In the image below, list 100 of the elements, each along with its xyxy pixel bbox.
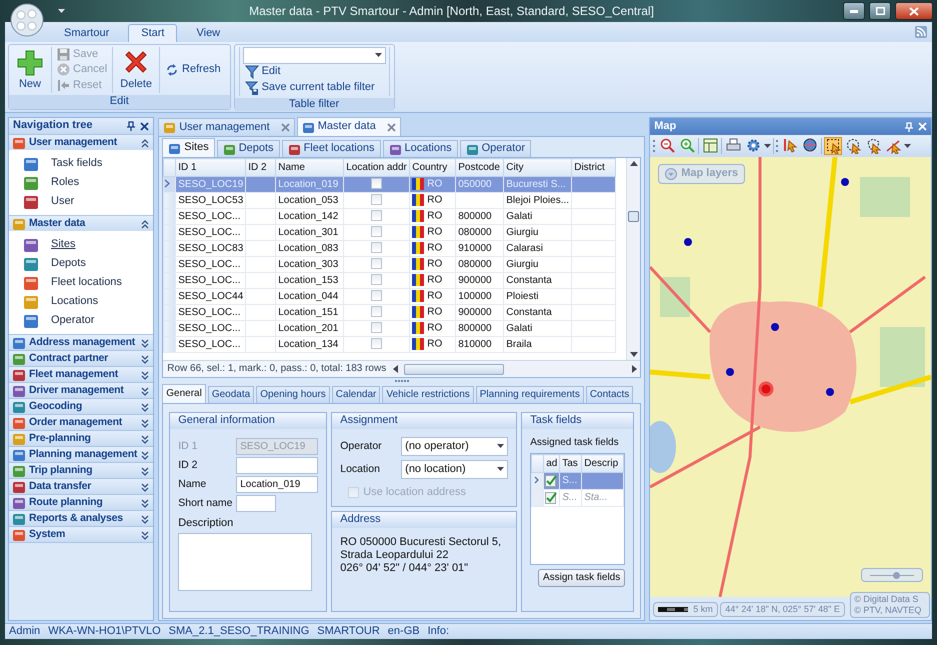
nav-item[interactable]: Sites [9,235,154,254]
checkbox[interactable] [371,322,382,334]
section-header[interactable]: Route planning [9,494,154,510]
column-header[interactable]: Descrip [582,454,624,472]
chevron-icon[interactable] [140,352,150,364]
chevron-icon[interactable] [140,218,150,230]
tab[interactable]: Opening hours [256,386,330,403]
description-field[interactable] [178,533,312,592]
tab[interactable]: Vehicle restrictions [382,386,474,403]
text-field[interactable] [236,457,318,474]
checkbox[interactable] [371,274,382,286]
section-header[interactable]: System [9,526,154,542]
ribbon-button[interactable]: Refresh [163,62,223,78]
splitter-grip[interactable] [394,380,409,382]
chevron-icon[interactable] [140,480,150,492]
column-header[interactable]: Country [410,158,456,176]
tool-button[interactable] [658,137,676,155]
caret-icon[interactable] [904,144,912,148]
document-tab[interactable]: User management [158,118,295,136]
minimize-button[interactable] [843,2,865,20]
caret-icon[interactable] [764,144,772,148]
ribbon-button[interactable]: Save current table filter [242,80,386,96]
row-selector[interactable] [164,176,176,192]
chevron-icon[interactable] [140,336,150,348]
section-header[interactable]: Driver management [9,382,154,398]
up-arrow-icon[interactable] [630,161,638,166]
right-arrow-icon[interactable] [632,365,638,373]
nav-item[interactable]: Task fields [9,154,154,173]
section-header[interactable]: Order management [9,414,154,430]
horizontal-scrollbar[interactable] [390,362,640,376]
column-header[interactable]: ad [544,454,560,472]
section-header[interactable]: Data transfer [9,478,154,494]
checkbox[interactable] [371,178,382,190]
scrollbar-thumb[interactable] [404,364,504,374]
checkbox[interactable] [371,290,382,302]
rss-icon[interactable] [915,26,927,38]
text-field[interactable]: Location_019 [236,476,318,493]
column-header[interactable]: Name [276,158,344,176]
section-header[interactable]: Master data [9,215,154,231]
chevron-icon[interactable] [140,384,150,396]
pin-icon[interactable] [127,121,136,131]
section-header[interactable]: Reports & analyses [9,510,154,526]
tab[interactable]: Sites [162,138,215,157]
section-header[interactable]: Geocoding [9,398,154,414]
nav-item[interactable]: Locations [9,292,154,311]
tab[interactable]: Operator [460,140,532,157]
tab[interactable]: Depots [216,140,280,157]
checkbox[interactable] [371,338,382,350]
column-header[interactable]: ID 2 [246,158,276,176]
ribbon-button[interactable]: Delete [117,47,156,93]
chevron-icon[interactable] [140,416,150,428]
left-arrow-icon[interactable] [393,365,398,373]
chevron-icon[interactable] [140,496,150,508]
nav-item[interactable]: Depots [9,254,154,273]
section-header[interactable]: Trip planning [9,462,154,478]
close-icon[interactable] [386,122,396,132]
chevron-icon[interactable] [140,464,150,476]
chevron-icon[interactable] [140,368,150,380]
text-field[interactable] [236,495,276,512]
vertical-scrollbar[interactable] [626,158,640,360]
slider-thumb[interactable] [892,572,900,579]
tab[interactable]: Planning requirements [476,386,584,403]
chevron-icon[interactable] [140,448,150,460]
caret-icon[interactable] [58,9,65,14]
column-header[interactable]: District [572,158,616,176]
section-header[interactable]: Address management [9,334,154,350]
scrollbar-thumb[interactable] [628,210,640,222]
checkbox[interactable] [371,306,382,318]
dropdown[interactable]: (no location) [401,460,508,479]
assign-button[interactable]: Assign task fields [538,569,626,587]
section-header[interactable]: User management [9,134,154,150]
row-selector[interactable] [532,472,544,490]
checkbox[interactable] [371,194,382,206]
chevron-icon[interactable] [140,136,150,148]
column-header[interactable]: Tas [560,454,582,472]
nav-item[interactable]: Roles [9,173,154,192]
nav-item[interactable]: Fleet locations [9,273,154,292]
document-tab[interactable]: Master data [296,117,401,136]
column-header[interactable]: Location addr [344,158,410,176]
close-button[interactable] [895,2,933,20]
chevron-icon[interactable] [140,512,150,524]
ribbon-tab[interactable]: Smartour [51,24,122,42]
checkbox[interactable] [371,258,382,270]
chevron-icon[interactable] [140,432,150,444]
checkbox[interactable] [371,226,382,238]
close-icon[interactable] [140,122,150,130]
column-header[interactable]: City [504,158,572,176]
tab[interactable]: Fleet locations [282,140,380,157]
checkbox[interactable] [371,242,382,254]
checkbox[interactable] [371,210,382,222]
column-header[interactable]: ID 1 [176,158,246,176]
tab[interactable]: Geodata [208,386,254,403]
tab[interactable]: Contacts [586,386,634,403]
zoom-slider[interactable] [861,568,924,582]
section-header[interactable]: Fleet management [9,366,154,382]
dropdown[interactable]: (no operator) [401,437,508,456]
ribbon-tab[interactable]: Start [128,24,178,42]
section-header[interactable]: Planning management [9,446,154,462]
tab[interactable]: General [162,384,206,403]
ribbon-tab[interactable]: View [183,24,234,42]
